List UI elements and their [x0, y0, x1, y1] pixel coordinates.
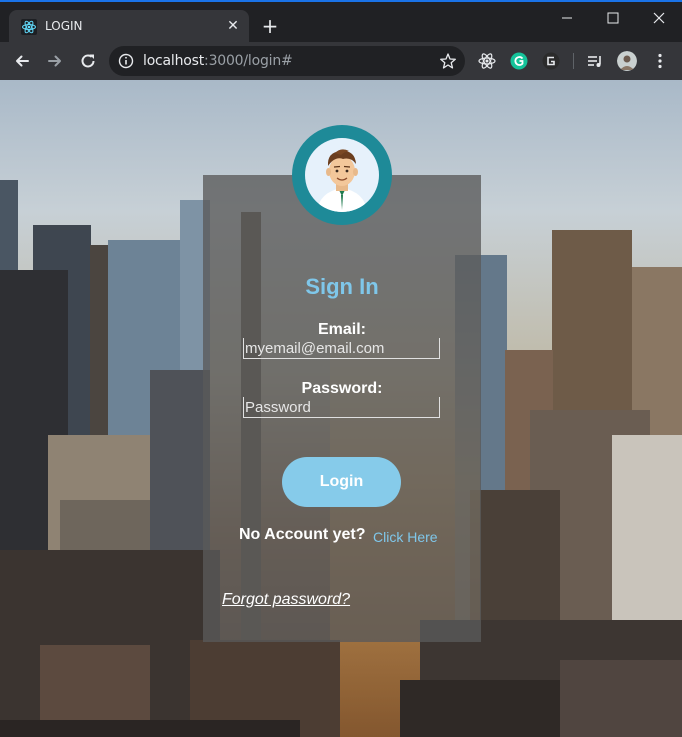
login-page: Sign In Email: Password: Login No Accoun… — [0, 80, 682, 737]
sign-in-heading: Sign In — [305, 274, 379, 299]
new-tab-button[interactable]: + — [260, 16, 280, 36]
back-arrow-icon[interactable] — [12, 51, 32, 71]
react-devtools-extension-icon[interactable] — [477, 51, 497, 71]
login-button[interactable]: Login — [282, 457, 401, 507]
browser-toolbar: localhost:3000/login# — [0, 42, 682, 80]
url-host: localhost — [143, 53, 205, 69]
forgot-password-link[interactable]: Forgot password? — [222, 591, 350, 609]
react-favicon-icon — [21, 19, 37, 35]
media-control-icon[interactable] — [585, 51, 605, 71]
tab-close-icon[interactable]: ✕ — [225, 18, 241, 34]
password-field[interactable] — [243, 397, 440, 418]
browser-tab-login[interactable]: LOGIN ✕ — [9, 10, 249, 44]
close-window-icon[interactable] — [636, 7, 682, 29]
maximize-window-icon[interactable] — [590, 7, 636, 29]
address-bar[interactable]: localhost:3000/login# — [109, 46, 465, 76]
site-info-icon[interactable] — [118, 53, 134, 69]
minimize-window-icon[interactable] — [544, 7, 590, 29]
click-here-link[interactable]: Click Here — [373, 529, 438, 545]
password-label: Password: — [301, 380, 383, 397]
toolbar-divider — [573, 53, 574, 69]
profile-avatar-icon[interactable] — [617, 51, 637, 71]
url-text[interactable]: localhost:3000/login# — [143, 53, 293, 69]
avatar-illustration — [305, 138, 379, 212]
forward-arrow-icon[interactable] — [45, 51, 65, 71]
no-account-text: No Account yet? — [239, 526, 366, 543]
url-path: :3000/login# — [204, 53, 293, 69]
bookmark-star-icon[interactable] — [439, 52, 457, 70]
extension-icon[interactable] — [541, 51, 561, 71]
grammarly-extension-icon[interactable] — [509, 51, 529, 71]
tab-title: LOGIN — [45, 19, 83, 33]
browser-menu-icon[interactable] — [650, 51, 670, 71]
user-avatar — [292, 125, 392, 225]
reload-icon[interactable] — [78, 51, 98, 71]
email-label: Email: — [317, 321, 366, 338]
browser-titlebar: LOGIN ✕ + — [0, 0, 682, 44]
email-field[interactable] — [243, 338, 440, 359]
man-avatar-icon — [317, 149, 367, 212]
